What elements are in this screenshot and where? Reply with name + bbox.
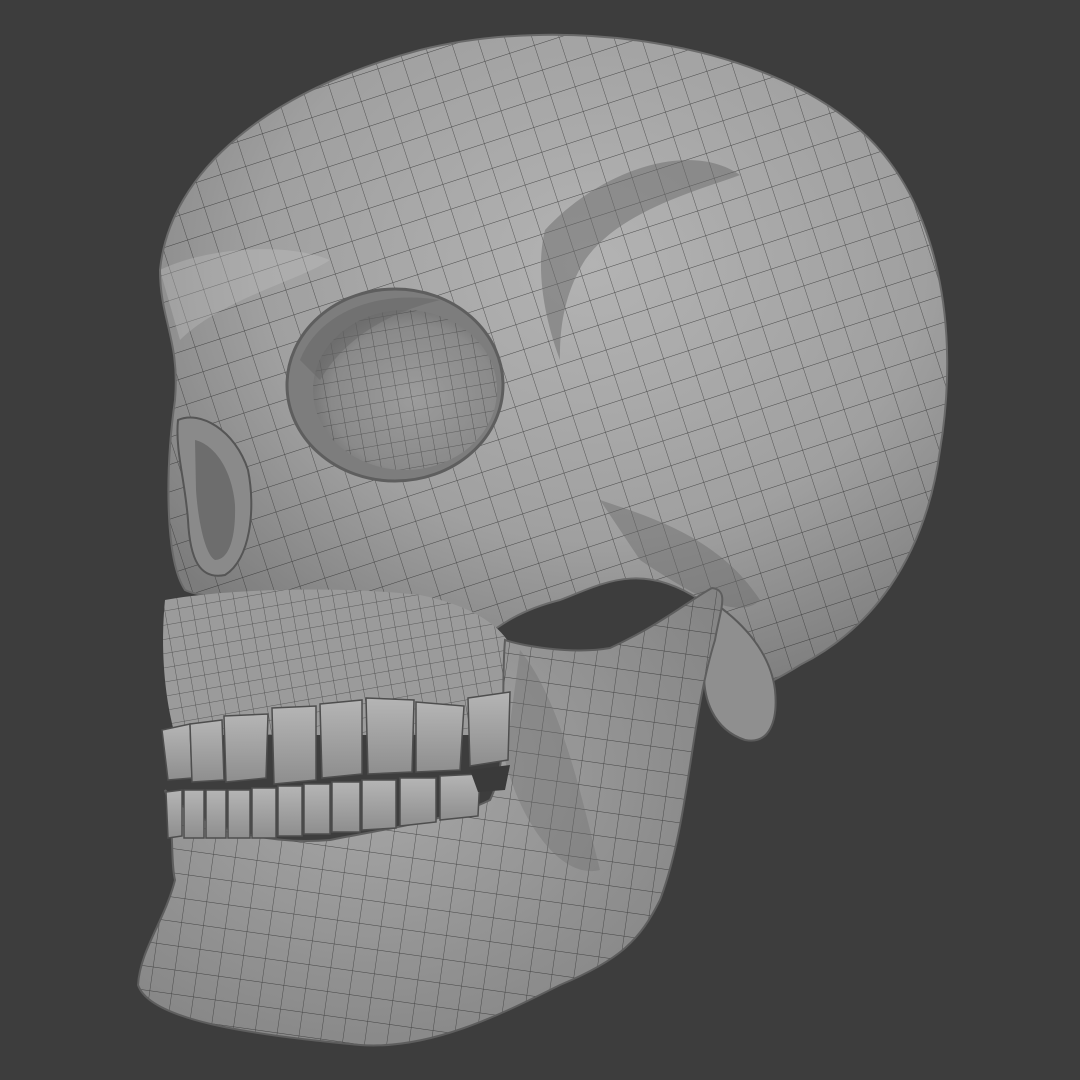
lower-tooth [303,783,331,835]
upper-tooth [271,705,317,785]
lower-tooth [205,789,227,839]
upper-tooth [189,719,225,783]
upper-tooth [365,697,415,775]
upper-tooth [161,723,193,781]
lower-tooth [277,785,303,837]
lower-tooth [183,789,205,839]
lower-tooth [165,789,183,839]
upper-tooth [319,699,363,779]
eye-socket [285,287,505,483]
upper-tooth [467,691,511,767]
skull-render [137,33,949,1047]
upper-tooth [223,713,269,783]
lower-tooth [251,787,277,839]
lower-tooth [361,779,397,831]
lower-tooth [227,789,251,839]
upper-tooth [415,701,465,773]
3d-viewport[interactable] [0,0,1080,1080]
lower-tooth [399,777,437,827]
lower-tooth [331,781,361,833]
